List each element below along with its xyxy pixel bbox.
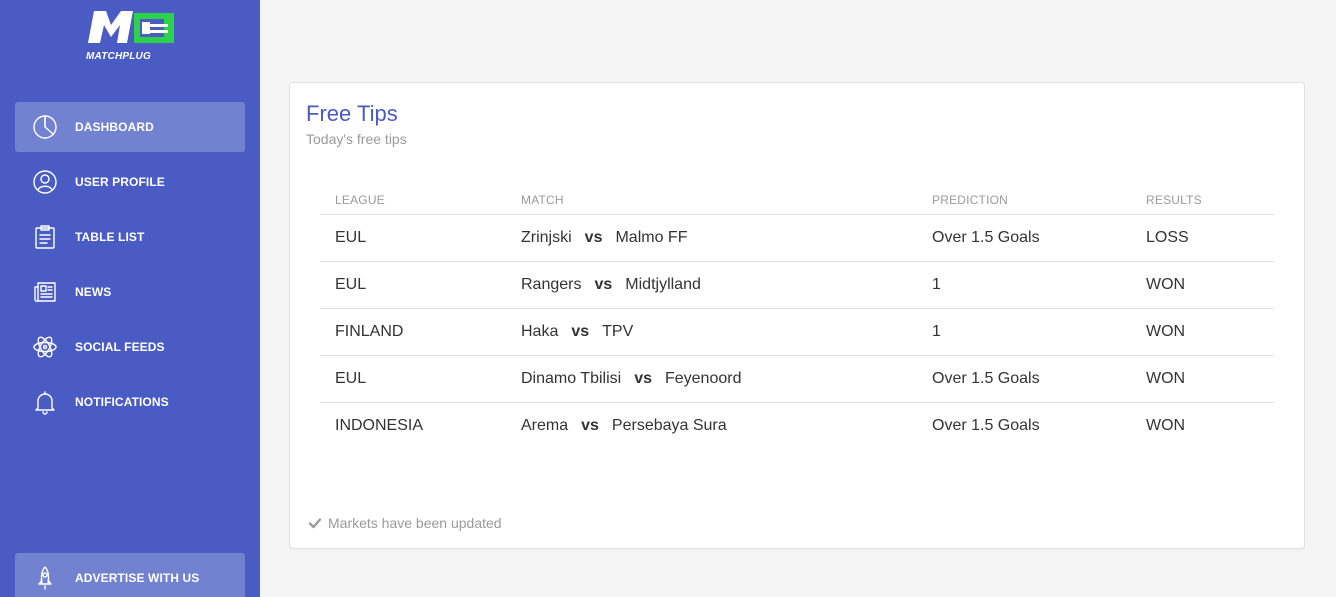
column-header-prediction: PREDICTION (917, 186, 1131, 215)
free-tips-card: Free Tips Today's free tips LEAGUE MATCH… (289, 82, 1305, 549)
prediction-cell: Over 1.5 Goals (917, 355, 1131, 403)
sidebar-item-dashboard[interactable]: DASHBOARD (15, 102, 245, 152)
table-row: EUL Dinamo Tbilisi vs Feyenoord Over 1.5 G… (320, 355, 1274, 403)
league-cell: EUL (320, 214, 506, 262)
match-cell: Rangers vs Midtjylland (506, 261, 917, 309)
league-cell: FINLAND (320, 308, 506, 356)
sidebar-item-table-list[interactable]: TABLE LIST (15, 212, 245, 262)
main-content: Free Tips Today's free tips LEAGUE MATCH… (260, 0, 1336, 597)
sidebar-item-social-feeds[interactable]: SOCIAL FEEDS (15, 322, 245, 372)
column-header-league: LEAGUE (320, 186, 506, 215)
league-cell: EUL (320, 355, 506, 403)
away-team: Midtjylland (625, 275, 701, 293)
home-team: Zrinjski (521, 228, 572, 246)
sidebar: MATCHPLUG DASHBOARD USER PROFILE TABLE L… (0, 0, 260, 597)
clipboard-list-icon (32, 224, 58, 250)
advertise-label: ADVERTISE WITH US (75, 571, 200, 585)
sidebar-item-notifications[interactable]: NOTIFICATIONS (15, 377, 245, 427)
pie-chart-icon (32, 114, 58, 140)
vs-label: vs (634, 369, 652, 387)
table-row: EUL Zrinjski vs Malmo FF Over 1.5 Goals LO… (320, 214, 1274, 262)
prediction-cell: 1 (917, 261, 1131, 309)
table-row: INDONESIA Arema vs Persebaya Sura Over 1.5… (320, 402, 1274, 449)
rocket-icon (32, 565, 58, 591)
sidebar-item-label: DASHBOARD (75, 120, 154, 134)
sidebar-item-label: TABLE LIST (75, 230, 145, 244)
card-title: Free Tips (306, 101, 398, 126)
sidebar-item-label: NOTIFICATIONS (75, 395, 169, 409)
away-team: Malmo FF (615, 228, 688, 246)
sidebar-item-user-profile[interactable]: USER PROFILE (15, 157, 245, 207)
logo-mark-icon (88, 11, 174, 43)
result-cell: WON (1131, 261, 1274, 309)
table-row: FINLAND Haka vs TPV 1 WON (320, 308, 1274, 356)
away-team: Feyenoord (664, 369, 742, 387)
bell-icon (32, 389, 58, 415)
match-cell: Zrinjski vs Malmo FF (506, 214, 917, 262)
match-cell: Dinamo Tbilisi vs Feyenoord (506, 355, 917, 403)
logo-wordmark: MATCHPLUG (86, 51, 151, 62)
result-cell: WON (1146, 416, 1186, 434)
result-cell: WON (1131, 355, 1274, 403)
home-team: Dinamo Tbilisi (521, 369, 622, 387)
card-subtitle: Today's free tips (306, 131, 407, 147)
prediction-cell: Over 1.5 Goals (917, 214, 1131, 262)
league-cell: EUL (320, 261, 506, 309)
vs-label: vs (571, 322, 590, 340)
home-team: Rangers (521, 275, 582, 293)
match-cell: Haka vs TPV (506, 308, 917, 356)
away-team: Persebaya Sura (611, 416, 727, 434)
column-header-match: MATCH (506, 186, 917, 215)
result-cell: LOSS (1131, 214, 1274, 262)
user-icon (32, 169, 58, 195)
footer-status-text: Markets have been updated (328, 515, 502, 531)
newspaper-icon (32, 279, 58, 305)
sidebar-nav: DASHBOARD USER PROFILE TABLE LIST NEWS S… (15, 102, 245, 432)
home-team: Haka (521, 322, 559, 340)
matchplug-logo[interactable]: MATCHPLUG (84, 11, 176, 65)
away-team: TPV (602, 322, 634, 340)
vs-label: vs (594, 275, 613, 293)
vs-label: vs (581, 416, 599, 434)
match-cell: Arema vs Persebaya Sura (506, 402, 917, 449)
card-footer: Markets have been updated (308, 515, 502, 531)
league-cell: INDONESIA (335, 416, 424, 434)
sidebar-item-label: SOCIAL FEEDS (75, 340, 165, 354)
vs-label: vs (584, 228, 603, 246)
sidebar-item-label: NEWS (75, 285, 112, 299)
prediction-cell: 1 (917, 308, 1131, 356)
atom-icon (32, 334, 58, 360)
check-icon (308, 518, 322, 529)
home-team: Arema (521, 416, 569, 434)
prediction-cell: Over 1.5 Goals (932, 416, 1040, 434)
sidebar-item-news[interactable]: NEWS (15, 267, 245, 317)
result-cell: WON (1131, 308, 1274, 356)
tips-table: LEAGUE MATCH PREDICTION RESULTS EUL Zrin… (320, 186, 1274, 449)
advertise-with-us-button[interactable]: ADVERTISE WITH US (15, 553, 245, 597)
sidebar-item-label: USER PROFILE (75, 175, 165, 189)
table-row: EUL Rangers vs Midtjylland 1 WON (320, 261, 1274, 309)
table-header-row: LEAGUE MATCH PREDICTION RESULTS (320, 186, 1274, 215)
column-header-results: RESULTS (1131, 186, 1274, 215)
